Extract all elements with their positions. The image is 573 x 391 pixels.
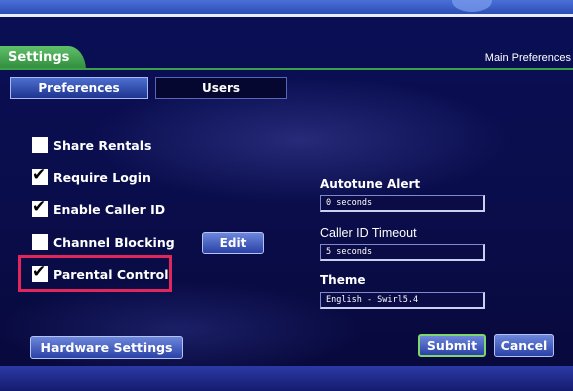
highlight-box xyxy=(18,255,172,292)
submit-button[interactable]: Submit xyxy=(418,334,486,357)
checkbox[interactable]: ✔ xyxy=(32,165,48,185)
bottom-bar xyxy=(0,366,573,391)
edit-button[interactable]: Edit xyxy=(202,232,264,254)
option-label: Require Login xyxy=(53,169,151,185)
option-label: Enable Caller ID xyxy=(53,201,166,217)
option-label: Channel Blocking xyxy=(53,234,175,250)
theme-field[interactable]: English - Swirl5.4 xyxy=(320,292,485,309)
check-mark-icon: ✔ xyxy=(32,197,47,217)
page-title: Main Preferences xyxy=(484,52,571,64)
caller-id-timeout-label: Caller ID Timeout xyxy=(320,226,417,240)
top-divider xyxy=(0,14,573,17)
checkbox[interactable] xyxy=(32,137,48,153)
banner-decoration xyxy=(452,0,492,12)
option-require-login[interactable]: ✔ Require Login xyxy=(32,165,151,187)
tab-preferences[interactable]: Preferences xyxy=(10,77,148,99)
tab-users[interactable]: Users xyxy=(155,77,287,99)
top-banner xyxy=(0,0,573,14)
section-divider xyxy=(0,68,573,70)
theme-label: Theme xyxy=(320,273,366,287)
option-enable-caller-id[interactable]: ✔ Enable Caller ID xyxy=(32,197,166,219)
cancel-button[interactable]: Cancel xyxy=(494,334,554,357)
checkbox[interactable]: ✔ xyxy=(32,197,48,217)
option-label: Share Rentals xyxy=(53,137,152,153)
autotune-alert-field[interactable]: 0 seconds xyxy=(320,195,485,212)
settings-screen: Settings Main Preferences Preferences Us… xyxy=(0,0,573,391)
option-channel-blocking[interactable]: Channel Blocking xyxy=(32,232,175,252)
checkbox[interactable] xyxy=(32,234,48,250)
caller-id-timeout-field[interactable]: 5 seconds xyxy=(320,244,485,261)
check-mark-icon: ✔ xyxy=(32,165,47,185)
hardware-settings-button[interactable]: Hardware Settings xyxy=(30,336,183,359)
autotune-alert-label: Autotune Alert xyxy=(320,177,421,191)
option-share-rentals[interactable]: Share Rentals xyxy=(32,135,151,155)
settings-section-tab: Settings xyxy=(0,46,86,70)
